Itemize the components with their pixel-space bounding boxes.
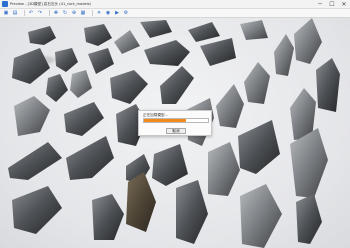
rock-model [208, 142, 240, 196]
rock-model [240, 184, 282, 248]
rock-model [216, 84, 244, 128]
settings-icon[interactable]: ⚙ [123, 10, 129, 16]
rock-model [316, 58, 340, 112]
minimize-button[interactable]: ─ [314, 0, 326, 9]
rock-model [84, 24, 112, 46]
toolbar-divider [92, 10, 93, 16]
cancel-button[interactable]: 取消 [166, 128, 186, 134]
rock-model [46, 74, 68, 102]
rock-model [144, 40, 190, 66]
rock-model [176, 180, 208, 244]
undo-icon[interactable]: ↶ [28, 10, 34, 16]
rock-model [110, 70, 148, 104]
rock-model [12, 186, 62, 234]
open-file-icon[interactable]: ▣ [3, 10, 9, 16]
app-icon [2, 1, 8, 7]
loading-dialog: 正在加载模型... 取消 [138, 110, 212, 136]
rock-model [92, 194, 124, 240]
redo-icon[interactable]: ↷ [37, 10, 43, 16]
rock-model [70, 70, 92, 98]
camera-icon[interactable]: ◉ [105, 10, 111, 16]
progress-bar [143, 118, 209, 123]
rock-model [55, 48, 78, 72]
rock-model [152, 144, 188, 186]
rock-model [114, 30, 140, 54]
rock-model [88, 48, 114, 74]
toolbar-divider [24, 10, 25, 16]
toolbar: ▣ ▤ ↶ ↷ ✥ ↻ ⊕ ▦ ☀ ◉ ▶ ⚙ [0, 9, 350, 18]
render-icon[interactable]: ▶ [114, 10, 120, 16]
rotate-icon[interactable]: ↻ [62, 10, 68, 16]
rock-model [274, 34, 294, 76]
rock-model [8, 142, 62, 180]
rock-model [64, 102, 104, 136]
progress-fill [144, 119, 186, 122]
title-bar: Preview - [3D模型] 岩石石头 (41_rock_models) ─… [0, 0, 350, 9]
window-controls: ─ ☐ ✕ [314, 0, 350, 9]
toolbar-divider [49, 10, 50, 16]
rock-model [12, 48, 50, 84]
rock-model [200, 38, 236, 66]
move-icon[interactable]: ✥ [53, 10, 59, 16]
save-icon[interactable]: ▤ [12, 10, 18, 16]
rock-model [294, 18, 322, 64]
close-button[interactable]: ✕ [338, 0, 350, 9]
rock-model [188, 22, 220, 42]
maximize-button[interactable]: ☐ [326, 0, 338, 9]
zoom-icon[interactable]: ⊕ [71, 10, 77, 16]
rock-model [126, 172, 156, 232]
light-icon[interactable]: ☀ [96, 10, 102, 16]
window-title: Preview - [3D模型] 岩石石头 (41_rock_models) [10, 1, 91, 6]
rock-model [238, 120, 280, 174]
rock-model [140, 20, 172, 38]
rock-model [160, 66, 194, 104]
rock-model [28, 26, 56, 45]
rock-model [66, 136, 114, 180]
rock-model [296, 194, 322, 244]
rock-model [244, 62, 270, 104]
rock-model [14, 96, 50, 136]
grid-icon[interactable]: ▦ [80, 10, 86, 16]
rock-model [240, 20, 268, 40]
